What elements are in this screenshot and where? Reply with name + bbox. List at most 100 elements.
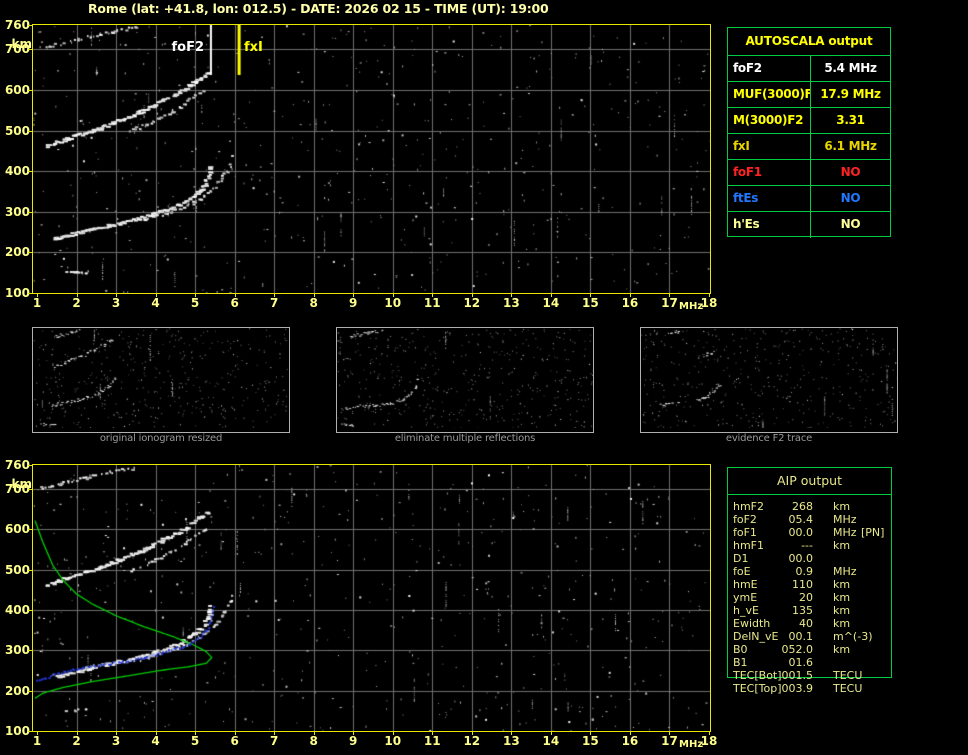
y-axis-tick-mark	[28, 49, 32, 50]
autoscala-row-label: foF2	[728, 56, 811, 81]
y-axis-tick-label: 600	[0, 83, 30, 97]
aip-row: TEC[Top]003.9TECU	[727, 682, 957, 695]
aip-row-unit: TECU	[833, 669, 862, 682]
autoscala-table-rows: foF25.4 MHzMUF(3000)F217.9 MHzM(3000)F23…	[728, 56, 890, 238]
x-axis-tick-label: 2	[65, 734, 89, 748]
autoscala-row-label: MUF(3000)F2	[728, 82, 811, 107]
x-axis-tick-mark	[353, 732, 354, 735]
x-axis-tick-mark	[37, 732, 38, 735]
y-axis-tick-label: 700	[0, 42, 30, 56]
aip-row-value: 00.0	[753, 526, 813, 539]
aip-row-unit: TECU	[833, 682, 862, 695]
x-axis-tick-label: 9	[341, 734, 365, 748]
x-axis-tick-mark	[511, 732, 512, 735]
y-axis-tick-label: 600	[0, 522, 30, 536]
y-axis-tick-label: 100	[0, 286, 30, 300]
x-axis-tick-mark	[77, 294, 78, 297]
y-axis-tick-label: 100	[0, 724, 30, 738]
autoscala-row: foF25.4 MHz	[728, 56, 890, 82]
x-axis-tick-label: 3	[104, 734, 128, 748]
x-axis-tick-label: 12	[460, 734, 484, 748]
y-axis-tick-mark	[28, 465, 32, 466]
aip-row: ymE20km	[727, 591, 957, 604]
x-axis-tick-mark	[235, 732, 236, 735]
x-axis-tick-mark	[156, 294, 157, 297]
x-axis-tick-label: 13	[499, 734, 523, 748]
x-axis-tick-label: 14	[539, 734, 563, 748]
fxi-marker-label: fxI	[244, 40, 263, 55]
autoscala-row-label: ftEs	[728, 186, 811, 211]
autoscala-output-table: AUTOSCALA output foF25.4 MHzMUF(3000)F21…	[727, 27, 891, 237]
x-axis-tick-label: 5	[183, 296, 207, 310]
autoscala-row-value: 5.4 MHz	[811, 56, 890, 81]
autoscala-table-title: AUTOSCALA output	[728, 28, 890, 56]
aip-ionogram-plot	[32, 464, 711, 732]
x-axis-tick-label: 14	[539, 296, 563, 310]
aip-row-unit: MHz	[833, 526, 857, 539]
aip-table-rows: hmF2268kmfoF205.4MHzfoF100.0MHz[PN]hmF1-…	[727, 500, 957, 695]
x-axis-tick-mark	[551, 732, 552, 735]
y-axis-tick-label: 700	[0, 482, 30, 496]
aip-row: h_vE135km	[727, 604, 957, 617]
thumbnail-caption-original: original ionogram resized	[32, 433, 290, 444]
thumbnail-f2-evidence	[640, 327, 898, 433]
x-axis-tick-mark	[709, 294, 710, 297]
x-axis-tick-label: 10	[381, 734, 405, 748]
x-axis-tick-mark	[669, 732, 670, 735]
main-ionogram-canvas	[33, 25, 710, 293]
aip-row-label: B1	[733, 656, 748, 669]
x-axis-tick-label: 16	[618, 296, 642, 310]
aip-row: D1 00.0	[727, 552, 957, 565]
x-axis-tick-label: 11	[420, 296, 444, 310]
aip-row-value: 0.9	[753, 565, 813, 578]
x-axis-tick-label: 8	[302, 296, 326, 310]
x-axis-tick-label: 18	[697, 734, 721, 748]
y-axis-tick-label: 200	[0, 684, 30, 698]
y-axis-tick-mark	[28, 25, 32, 26]
aip-row: DelN_vE00.1m^(-3)	[727, 630, 957, 643]
y-axis-tick-label: 760	[0, 18, 30, 32]
autoscala-row-label: fxI	[728, 134, 811, 159]
x-axis-tick-mark	[314, 294, 315, 297]
y-axis-tick-mark	[28, 610, 32, 611]
x-axis-tick-mark	[353, 294, 354, 297]
x-axis-tick-mark	[590, 732, 591, 735]
x-axis-tick-label: 8	[302, 734, 326, 748]
x-axis-tick-mark	[511, 294, 512, 297]
x-axis-tick-label: 2	[65, 296, 89, 310]
thumbnail-eliminate-multiples	[336, 327, 594, 433]
x-axis-tick-mark	[77, 732, 78, 735]
aip-row: B0 052.0 km	[727, 643, 957, 656]
aip-row-note: [PN]	[861, 526, 884, 539]
y-axis-tick-mark	[28, 731, 32, 732]
aip-row: TEC[Bot]001.5TECU	[727, 669, 957, 682]
x-axis-tick-mark	[709, 732, 710, 735]
y-axis-tick-label: 300	[0, 643, 30, 657]
y-axis-tick-label: 760	[0, 458, 30, 472]
aip-row: foF100.0MHz[PN]	[727, 526, 957, 539]
autoscala-row: ftEsNO	[728, 186, 890, 212]
thumbnail-original-canvas	[33, 328, 289, 428]
y-axis-tick-mark	[28, 131, 32, 132]
aip-row-unit: km	[833, 643, 850, 656]
aip-row-value: 00.0	[753, 552, 813, 565]
aip-row-value: 135	[753, 604, 813, 617]
y-axis-tick-mark	[28, 212, 32, 213]
aip-row-label: D1	[733, 552, 748, 565]
autoscala-row-label: M(3000)F2	[728, 108, 811, 133]
aip-row-unit: MHz	[833, 513, 857, 526]
aip-row-unit: MHz	[833, 565, 857, 578]
y-axis-tick-label: 500	[0, 124, 30, 138]
autoscala-row: fxI6.1 MHz	[728, 134, 890, 160]
aip-row: B101.6	[727, 656, 957, 669]
aip-row-label: B0	[733, 643, 748, 656]
autoscala-row-value: NO	[811, 212, 890, 238]
window-title: Rome (lat: +41.8, lon: 012.5) - DATE: 20…	[88, 1, 549, 16]
x-axis-tick-mark	[432, 732, 433, 735]
aip-row-value: 052.0	[753, 643, 813, 656]
autoscala-row-value: 3.31	[811, 108, 890, 133]
x-axis-tick-mark	[630, 294, 631, 297]
x-axis-tick-mark	[432, 294, 433, 297]
aip-row-unit: km	[833, 591, 850, 604]
x-axis-tick-label: 13	[499, 296, 523, 310]
